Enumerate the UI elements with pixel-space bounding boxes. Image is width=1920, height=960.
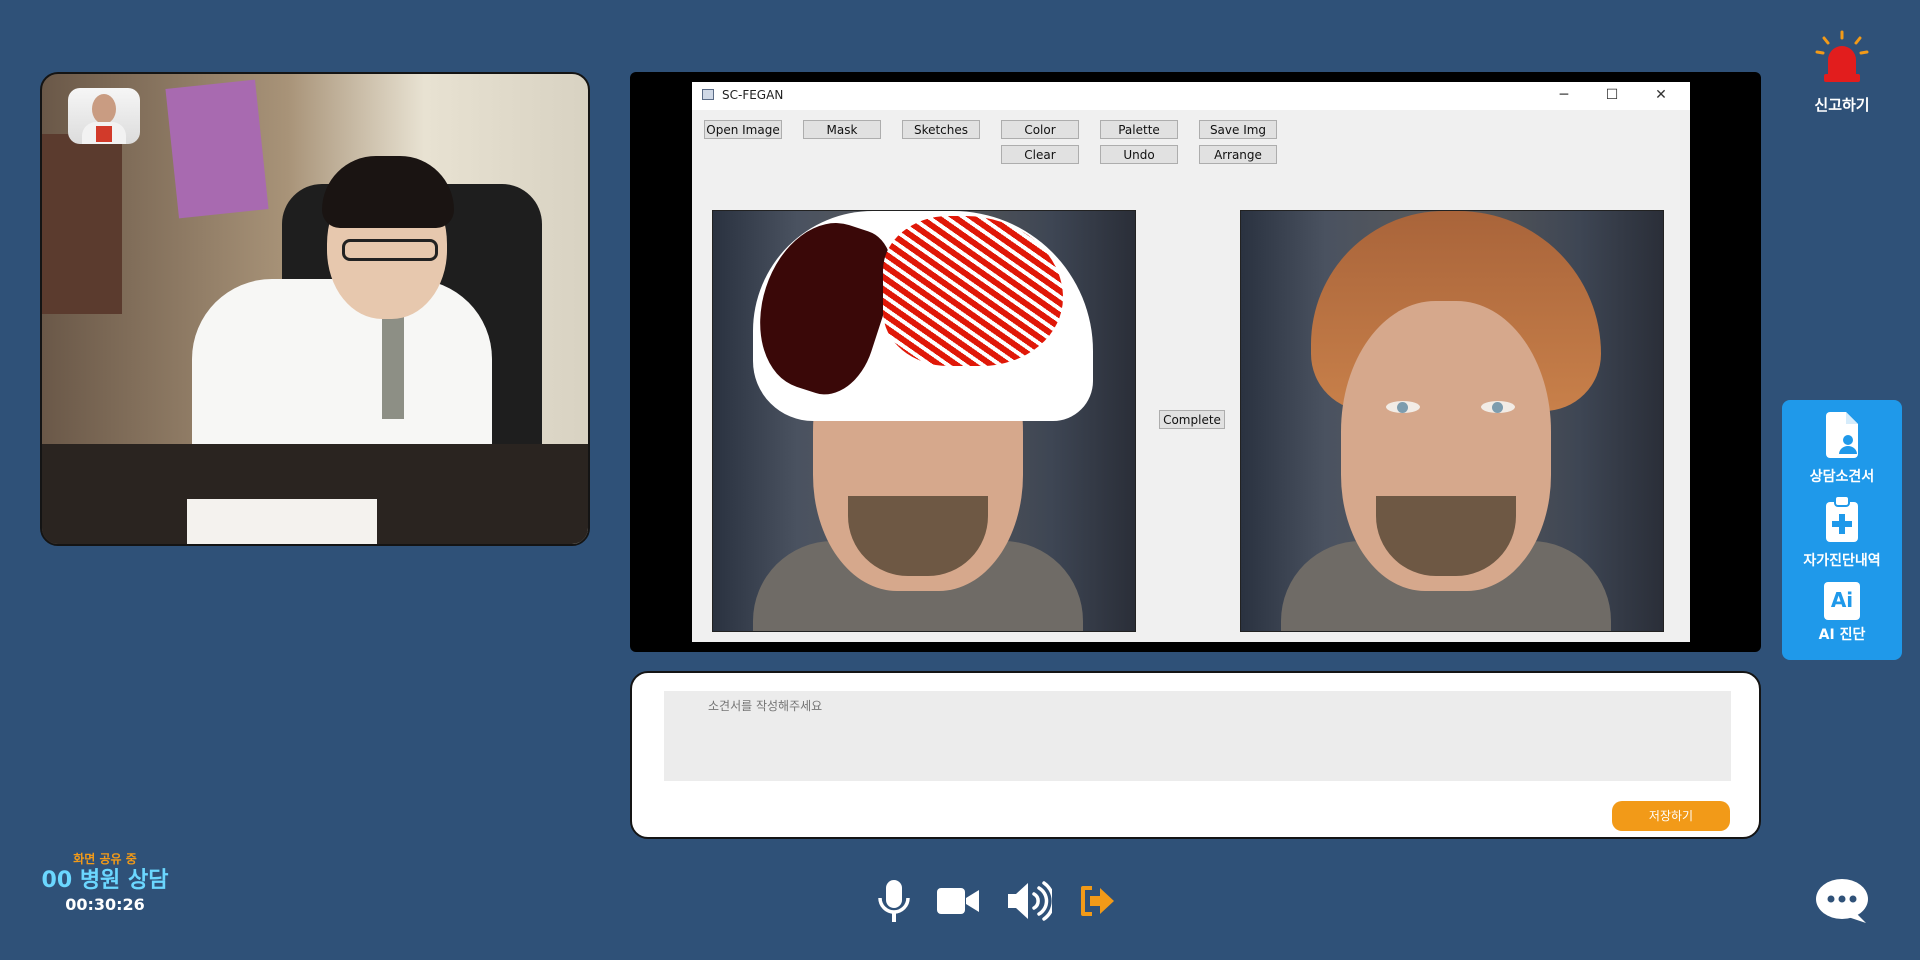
report-label: 신고하기 <box>1814 96 1870 114</box>
elapsed-time: 00:30:26 <box>65 895 145 914</box>
side-item-label: AI 진단 <box>1818 627 1866 643</box>
report-button[interactable]: 신고하기 <box>1808 30 1876 115</box>
output-image-canvas <box>1240 210 1664 632</box>
ai-icon-text: Ai <box>1830 588 1854 612</box>
subject-eye-right <box>1481 401 1515 413</box>
close-window-button[interactable]: ✕ <box>1646 84 1676 106</box>
speaker-icon[interactable] <box>1006 878 1052 924</box>
sc-fegan-window: SC-FEGAN ─ ☐ ✕ Open Image Mask Sketches … <box>692 82 1690 642</box>
self-face <box>92 94 116 124</box>
side-item-label: 자가진단내역 <box>1803 553 1881 569</box>
complete-button[interactable]: Complete <box>1159 410 1225 429</box>
input-image-canvas[interactable] <box>712 210 1136 632</box>
microphone-icon[interactable] <box>872 878 916 924</box>
call-status: 화면 공유 중 00 병원 상담 00:30:26 <box>40 850 170 914</box>
siren-icon <box>1815 30 1869 82</box>
undo-button[interactable]: Undo <box>1100 145 1178 164</box>
open-image-button[interactable]: Open Image <box>704 120 782 139</box>
opinion-note-box: 저장하기 <box>630 671 1761 839</box>
subject-eye-left <box>1386 401 1420 413</box>
clipboard-plus-icon <box>1826 495 1858 542</box>
maximize-button[interactable]: ☐ <box>1597 84 1627 106</box>
doctor-video <box>40 72 590 546</box>
arrange-button[interactable]: Arrange <box>1199 145 1277 164</box>
mask-button[interactable]: Mask <box>803 120 881 139</box>
bookshelf <box>42 134 122 314</box>
chat-icon[interactable] <box>1814 877 1870 925</box>
hospital-name: 00 병원 상담 <box>41 868 169 893</box>
self-video-thumbnail[interactable] <box>68 88 140 144</box>
sketches-button[interactable]: Sketches <box>902 120 980 139</box>
screen-share-status: 화면 공유 중 <box>73 852 137 866</box>
side-item-ai-diagnosis[interactable]: Ai AI 진단 <box>1782 582 1902 644</box>
exit-icon[interactable] <box>1078 878 1116 924</box>
window-titlebar: SC-FEGAN ─ ☐ ✕ <box>692 82 1690 110</box>
opinion-input[interactable] <box>664 691 1731 781</box>
side-item-self-diagnosis[interactable]: 자가진단내역 <box>1782 495 1902 570</box>
doctor-glasses <box>342 239 438 261</box>
save-button[interactable]: 저장하기 <box>1612 801 1730 831</box>
self-shirt-graphic <box>96 126 112 142</box>
app-icon <box>702 89 714 100</box>
desk-paper <box>187 499 377 544</box>
minimize-button[interactable]: ─ <box>1549 84 1579 106</box>
document-user-icon <box>1826 412 1858 458</box>
doctor-hair <box>322 156 454 228</box>
doctor-tie <box>382 309 404 419</box>
camera-icon[interactable] <box>936 878 980 924</box>
save-img-button[interactable]: Save Img <box>1199 120 1277 139</box>
ai-icon: Ai <box>1824 582 1860 620</box>
color-button[interactable]: Color <box>1001 120 1079 139</box>
side-item-label: 상담소견서 <box>1809 469 1875 485</box>
window-title: SC-FEGAN <box>722 88 784 102</box>
book <box>165 79 269 219</box>
side-item-opinion[interactable]: 상담소견서 <box>1782 412 1902 486</box>
clear-button[interactable]: Clear <box>1001 145 1079 164</box>
palette-button[interactable]: Palette <box>1100 120 1178 139</box>
side-menu: 상담소견서 자가진단내역 Ai AI 진단 <box>1782 400 1902 660</box>
